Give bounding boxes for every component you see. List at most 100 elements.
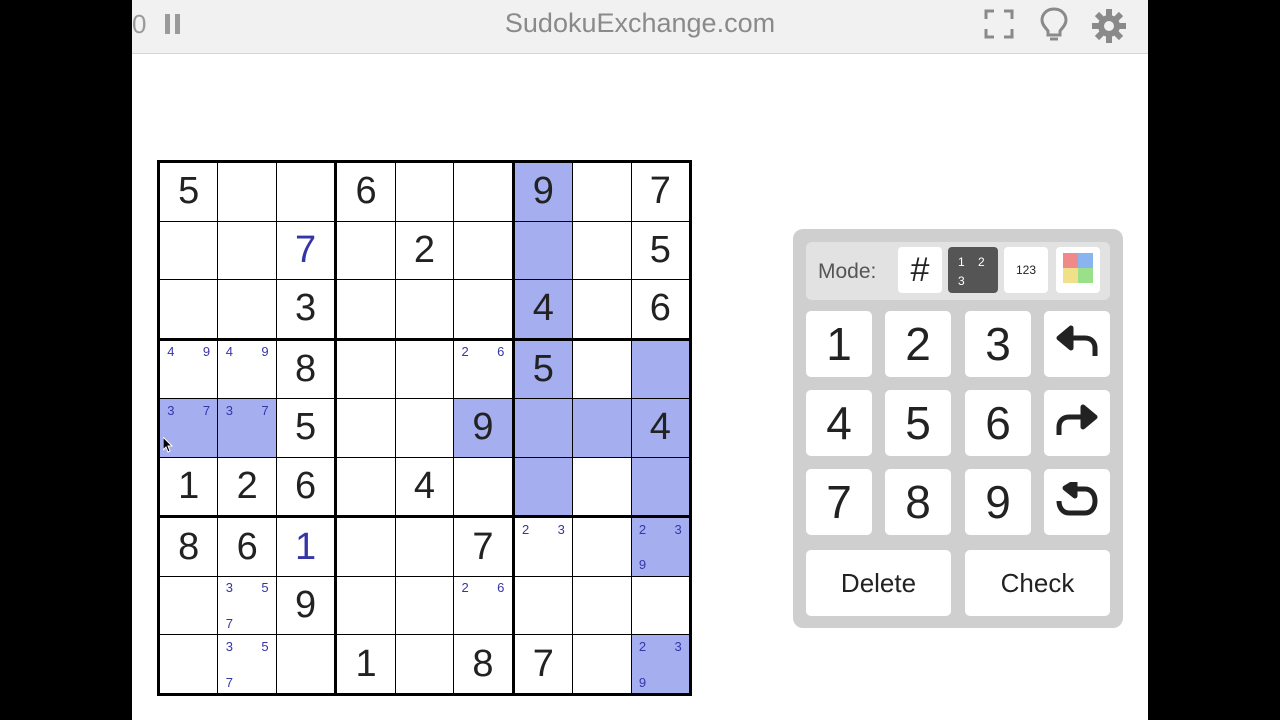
- cell-r5c5[interactable]: [395, 399, 454, 457]
- undo-button[interactable]: [1044, 311, 1110, 377]
- cell-r8c3[interactable]: 9: [276, 576, 335, 635]
- cell-r8c2[interactable]: 3 5 7: [218, 576, 276, 635]
- cell-r1c5[interactable]: [395, 163, 454, 221]
- cell-r4c4[interactable]: [337, 340, 395, 399]
- cell-r5c3[interactable]: 5: [276, 399, 335, 457]
- cell-r2c7[interactable]: [514, 221, 573, 280]
- cell-r9c7[interactable]: 7: [514, 635, 573, 693]
- cell-r7c1[interactable]: 8: [160, 518, 218, 576]
- digit-button-2[interactable]: 2: [885, 311, 951, 377]
- digit-button-8[interactable]: 8: [885, 469, 951, 535]
- cell-r7c5[interactable]: [395, 518, 454, 576]
- cell-r6c9[interactable]: [631, 457, 689, 516]
- cell-r1c7[interactable]: 9: [514, 163, 573, 221]
- cell-r7c6[interactable]: 7: [454, 518, 512, 576]
- cell-r2c5[interactable]: 2: [395, 221, 454, 280]
- cell-r2c4[interactable]: [337, 221, 395, 280]
- cell-r9c3[interactable]: [276, 635, 335, 693]
- cell-r7c2[interactable]: 6: [218, 518, 276, 576]
- cell-r1c3[interactable]: [276, 163, 335, 221]
- lightbulb-icon[interactable]: [1040, 7, 1068, 47]
- fullscreen-icon[interactable]: [984, 9, 1014, 43]
- digit-button-1[interactable]: 1: [806, 311, 872, 377]
- cell-r3c1[interactable]: [160, 280, 218, 338]
- cell-r6c5[interactable]: 4: [395, 457, 454, 516]
- cell-r8c8[interactable]: [573, 576, 631, 635]
- cell-r4c8[interactable]: [573, 340, 631, 399]
- cell-r3c8[interactable]: [573, 280, 631, 338]
- digit-button-3[interactable]: 3: [965, 311, 1031, 377]
- cell-r9c2[interactable]: 3 5 7: [218, 635, 276, 693]
- cell-r6c1[interactable]: 1: [160, 457, 218, 516]
- cell-r4c5[interactable]: [395, 340, 454, 399]
- cell-r4c3[interactable]: 8: [276, 340, 335, 399]
- cell-r7c9[interactable]: 2 3 9: [631, 518, 689, 576]
- cell-r4c1[interactable]: 49: [160, 340, 218, 399]
- cell-r4c7[interactable]: 5: [514, 340, 573, 399]
- mode-color-button[interactable]: [1056, 247, 1100, 293]
- digit-button-5[interactable]: 5: [885, 390, 951, 456]
- cell-r4c6[interactable]: 26: [454, 340, 512, 399]
- cell-r1c2[interactable]: [218, 163, 276, 221]
- cell-r6c3[interactable]: 6: [276, 457, 335, 516]
- mode-center-button[interactable]: 123: [1004, 247, 1048, 293]
- cell-r9c5[interactable]: [395, 635, 454, 693]
- cell-r2c2[interactable]: [218, 221, 276, 280]
- cell-r6c7[interactable]: [514, 457, 573, 516]
- cell-r8c5[interactable]: [395, 576, 454, 635]
- cell-r2c3[interactable]: 7: [276, 221, 335, 280]
- cell-r1c6[interactable]: [454, 163, 512, 221]
- cell-r2c9[interactable]: 5: [631, 221, 689, 280]
- cell-r9c4[interactable]: 1: [337, 635, 395, 693]
- cell-r3c7[interactable]: 4: [514, 280, 573, 338]
- cell-r9c1[interactable]: [160, 635, 218, 693]
- cell-r3c2[interactable]: [218, 280, 276, 338]
- check-button[interactable]: Check: [965, 550, 1110, 616]
- delete-button[interactable]: Delete: [806, 550, 951, 616]
- mode-normal-button[interactable]: #: [898, 247, 942, 293]
- cell-r2c8[interactable]: [573, 221, 631, 280]
- cell-r5c4[interactable]: [337, 399, 395, 457]
- cell-r3c3[interactable]: 3: [276, 280, 335, 338]
- cell-r3c4[interactable]: [337, 280, 395, 338]
- digit-button-7[interactable]: 7: [806, 469, 872, 535]
- cell-r8c1[interactable]: [160, 576, 218, 635]
- cell-r1c8[interactable]: [573, 163, 631, 221]
- cell-r9c8[interactable]: [573, 635, 631, 693]
- redo-button[interactable]: [1044, 390, 1110, 456]
- digit-button-4[interactable]: 4: [806, 390, 872, 456]
- cell-r8c7[interactable]: [514, 576, 573, 635]
- cell-r8c6[interactable]: 26: [454, 576, 512, 635]
- cell-r7c8[interactable]: [573, 518, 631, 576]
- cell-r3c5[interactable]: [395, 280, 454, 338]
- cell-r1c9[interactable]: 7: [631, 163, 689, 221]
- cell-r5c9[interactable]: 4: [631, 399, 689, 457]
- cell-r7c4[interactable]: [337, 518, 395, 576]
- restart-button[interactable]: [1044, 469, 1110, 535]
- cell-r8c9[interactable]: [631, 576, 689, 635]
- cell-r7c7[interactable]: 23: [514, 518, 573, 576]
- cell-r6c6[interactable]: [454, 457, 512, 516]
- digit-button-9[interactable]: 9: [965, 469, 1031, 535]
- digit-button-6[interactable]: 6: [965, 390, 1031, 456]
- cell-r6c4[interactable]: [337, 457, 395, 516]
- mode-candidate-button[interactable]: 1 2 3: [948, 247, 998, 293]
- cell-r6c2[interactable]: 2: [218, 457, 276, 516]
- cell-r4c2[interactable]: 49: [218, 340, 276, 399]
- cell-r3c6[interactable]: [454, 280, 512, 338]
- gear-icon[interactable]: [1092, 9, 1126, 47]
- cell-r9c9[interactable]: 2 3 9: [631, 635, 689, 693]
- cell-r5c8[interactable]: [573, 399, 631, 457]
- cell-r1c4[interactable]: 6: [337, 163, 395, 221]
- cell-r7c3[interactable]: 1: [276, 518, 335, 576]
- cell-r5c2[interactable]: 37: [218, 399, 276, 457]
- cell-r9c6[interactable]: 8: [454, 635, 512, 693]
- cell-r2c6[interactable]: [454, 221, 512, 280]
- cell-r5c7[interactable]: [514, 399, 573, 457]
- cell-r4c9[interactable]: [631, 340, 689, 399]
- cell-r5c6[interactable]: 9: [454, 399, 512, 457]
- cell-r2c1[interactable]: [160, 221, 218, 280]
- cell-r1c1[interactable]: 5: [160, 163, 218, 221]
- cell-r3c9[interactable]: 6: [631, 280, 689, 338]
- cell-r8c4[interactable]: [337, 576, 395, 635]
